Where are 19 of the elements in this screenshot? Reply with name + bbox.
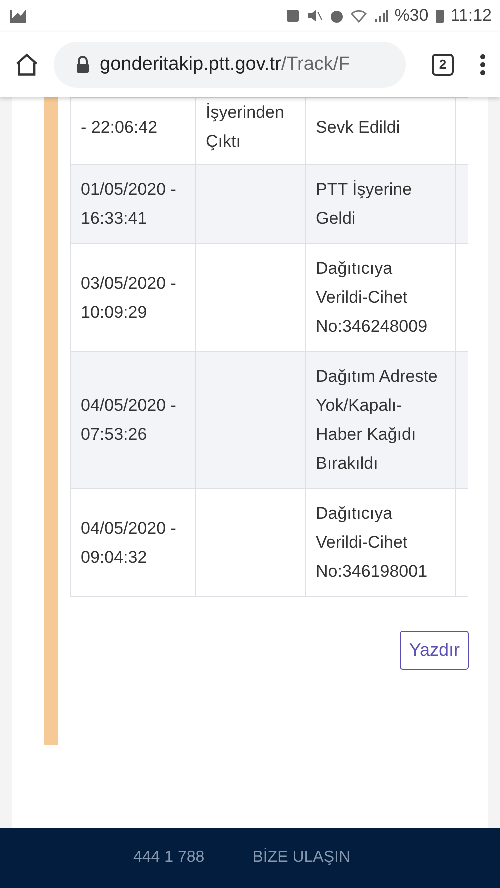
- home-icon[interactable]: [14, 52, 40, 78]
- battery-percent: %30: [394, 6, 429, 26]
- wifi-icon: [350, 8, 367, 24]
- url-text: gonderitakip.ptt.gov.tr/Track/F: [100, 54, 350, 76]
- lock-icon: [76, 56, 90, 74]
- menu-icon[interactable]: [480, 54, 486, 76]
- date-cell: 04/05/2020 - 09:04:32: [70, 488, 196, 596]
- signal-icon: [372, 8, 389, 24]
- print-button[interactable]: Yazdır: [400, 631, 469, 670]
- tab-switcher-button[interactable]: 2: [432, 54, 454, 76]
- clock-time: 11:12: [450, 6, 492, 26]
- address-bar[interactable]: gonderitakip.ptt.gov.tr/Track/F: [54, 42, 406, 88]
- battery-icon: [434, 8, 445, 24]
- phone-link[interactable]: 444 1 788: [134, 849, 205, 867]
- image-icon: [8, 8, 26, 24]
- mute-icon: [306, 8, 323, 24]
- date-cell: - 22:06:42: [70, 98, 196, 164]
- status-cell: Dağıtıcıya Verildi-Cihet No:346198001: [306, 488, 456, 596]
- contact-link[interactable]: BİZE ULAŞIN: [252, 849, 350, 867]
